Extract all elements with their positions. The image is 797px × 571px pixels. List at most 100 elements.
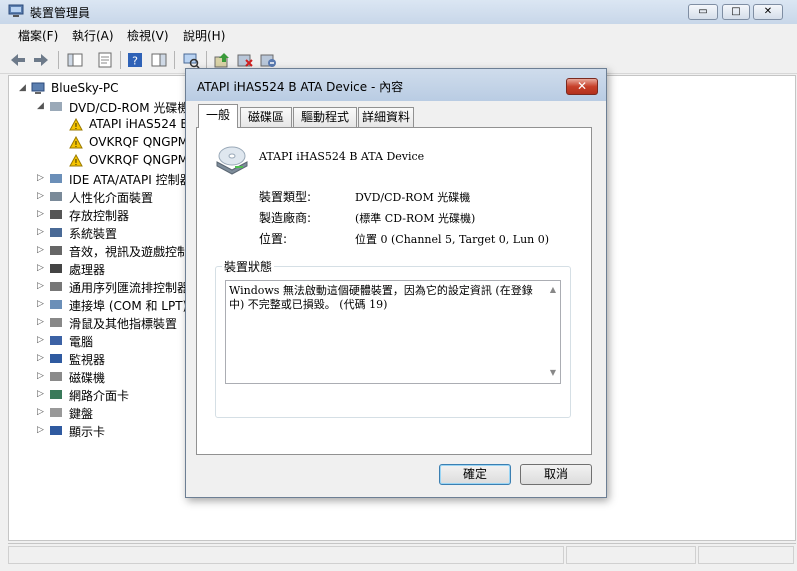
- expand-icon[interactable]: ▷: [37, 227, 44, 237]
- cancel-button[interactable]: 取消: [520, 464, 592, 485]
- tree-item-label: 人性化介面裝置: [69, 191, 154, 205]
- ok-button[interactable]: 確定: [439, 464, 511, 485]
- title-bar: 裝置管理員 ▭ □ ✕: [0, 0, 797, 24]
- back-icon[interactable]: [9, 51, 27, 69]
- system-device-icon: [50, 228, 62, 237]
- menu-view[interactable]: 檢視(V): [127, 27, 169, 44]
- expand-icon[interactable]: ▷: [37, 263, 44, 273]
- uninstall-icon[interactable]: [236, 51, 254, 69]
- device-name: ATAPI iHAS524 B ATA Device: [259, 150, 425, 163]
- computer-icon: [50, 336, 62, 345]
- minimize-button[interactable]: ▭: [688, 4, 718, 20]
- expand-icon[interactable]: ▷: [37, 425, 44, 435]
- expand-icon[interactable]: ▷: [37, 317, 44, 327]
- expand-icon[interactable]: ▷: [37, 407, 44, 417]
- tree-item-label: OVKRQF QNGPM: [89, 135, 189, 149]
- computer-icon: [31, 82, 45, 94]
- expand-icon[interactable]: ▷: [37, 191, 44, 201]
- menu-file[interactable]: 檔案(F): [18, 27, 58, 44]
- forward-icon[interactable]: [32, 51, 50, 69]
- help-icon[interactable]: ?: [126, 51, 144, 69]
- scroll-down-icon[interactable]: ▼: [546, 368, 560, 382]
- collapse-icon[interactable]: ◢: [37, 101, 44, 111]
- location-label: 位置:: [259, 232, 288, 246]
- dialog-title: ATAPI iHAS524 B ATA Device - 內容: [197, 80, 404, 94]
- show-hide-tree-icon[interactable]: [66, 51, 84, 69]
- tree-item-label: DVD/CD-ROM 光碟機: [69, 101, 190, 115]
- expand-icon[interactable]: ▷: [37, 299, 44, 309]
- tree-item-label: 滑鼠及其他指標裝置: [69, 317, 178, 331]
- tree-item-label: 通用序列匯流排控制器: [69, 281, 190, 295]
- device-status-text: Windows 無法啟動這個硬體裝置，因為它的設定資訊 (在登錄中) 不完整或已…: [229, 284, 533, 311]
- device-manager-icon: [8, 4, 24, 17]
- tree-item-label: 鍵盤: [69, 407, 94, 421]
- maximize-button[interactable]: □: [722, 4, 750, 20]
- expand-icon[interactable]: ▷: [37, 209, 44, 219]
- device-status-textbox[interactable]: Windows 無法啟動這個硬體裝置，因為它的設定資訊 (在登錄中) 不完整或已…: [225, 280, 561, 384]
- device-status-legend: 裝置狀態: [222, 258, 275, 275]
- scan-hardware-icon[interactable]: [182, 51, 200, 69]
- scroll-up-icon[interactable]: ▲: [546, 285, 560, 299]
- status-pane: [8, 546, 564, 564]
- ide-controller-icon: [50, 174, 62, 183]
- svg-text:?: ?: [132, 55, 138, 68]
- tree-item-label: 網路介面卡: [69, 389, 130, 403]
- properties-icon[interactable]: [96, 51, 114, 69]
- menu-bar: 檔案(F) 執行(A) 檢視(V) 說明(H): [0, 24, 797, 44]
- expand-icon[interactable]: ▷: [37, 245, 44, 255]
- tree-item-label: 電腦: [69, 335, 94, 349]
- properties-dialog: ATAPI iHAS524 B ATA Device - 內容 ✕ 一般 磁碟區…: [185, 68, 607, 498]
- svg-text:!: !: [74, 122, 77, 131]
- disk-icon: [50, 372, 62, 381]
- port-icon: [50, 300, 62, 309]
- tree-item-label: 存放控制器: [69, 209, 130, 223]
- network-icon: [50, 390, 62, 399]
- tab-volumes[interactable]: 磁碟區: [240, 107, 292, 127]
- toolbar-separator: [120, 51, 121, 69]
- sound-icon: [50, 246, 62, 255]
- tree-item-label: 處理器: [69, 263, 106, 277]
- expand-icon[interactable]: ▷: [37, 353, 44, 363]
- dialog-close-button[interactable]: ✕: [566, 78, 598, 95]
- tab-driver[interactable]: 驅動程式: [293, 107, 357, 127]
- tree-item-label: OVKRQF QNGPM: [89, 153, 189, 167]
- device-status-group: 裝置狀態 Windows 無法啟動這個硬體裝置，因為它的設定資訊 (在登錄中) …: [215, 258, 571, 418]
- usb-icon: [50, 282, 62, 291]
- collapse-icon[interactable]: ◢: [19, 83, 26, 93]
- tree-item-label: 連接埠 (COM 和 LPT): [69, 299, 188, 313]
- status-pane: [566, 546, 696, 564]
- general-tab-panel: ATAPI iHAS524 B ATA Device 裝置類型: DVD/CD-…: [196, 127, 592, 455]
- disable-icon[interactable]: [259, 51, 277, 69]
- status-bar: [8, 543, 796, 565]
- tree-item-label: IDE ATA/ATAPI 控制器: [69, 173, 192, 187]
- processor-icon: [50, 264, 62, 273]
- manufacturer-value: (標準 CD-ROM 光碟機): [355, 212, 476, 225]
- window-title: 裝置管理員: [30, 6, 91, 20]
- dvd-drive-icon: [216, 146, 248, 175]
- svg-text:!: !: [74, 140, 77, 149]
- toolbar-separator: [206, 51, 207, 69]
- toolbar-separator: [174, 51, 175, 69]
- tab-general[interactable]: 一般: [198, 104, 238, 128]
- menu-help[interactable]: 說明(H): [183, 27, 225, 44]
- menu-action[interactable]: 執行(A): [72, 27, 114, 44]
- tree-item-label: 音效，視訊及遊戲控制器: [69, 245, 202, 259]
- expand-icon[interactable]: ▷: [37, 389, 44, 399]
- device-type-label: 裝置類型:: [259, 190, 312, 204]
- expand-icon[interactable]: ▷: [37, 335, 44, 345]
- tree-item-label: 監視器: [69, 353, 106, 367]
- close-button[interactable]: ✕: [753, 4, 783, 20]
- expand-icon[interactable]: ▷: [37, 371, 44, 381]
- action-pane-icon[interactable]: [150, 51, 168, 69]
- update-driver-icon[interactable]: [213, 51, 231, 69]
- location-value: 位置 0 (Channel 5, Target 0, Lun 0): [355, 233, 550, 246]
- expand-icon[interactable]: ▷: [37, 173, 44, 183]
- dialog-title-bar: ATAPI iHAS524 B ATA Device - 內容 ✕: [186, 69, 606, 101]
- warning-drive-icon: !: [69, 118, 83, 131]
- storage-controller-icon: [50, 210, 62, 219]
- tree-item-label: ATAPI iHAS524 B: [89, 117, 189, 131]
- expand-icon[interactable]: ▷: [37, 281, 44, 291]
- monitor-icon: [50, 354, 62, 363]
- tab-details[interactable]: 詳細資料: [358, 107, 414, 127]
- device-type-value: DVD/CD-ROM 光碟機: [355, 191, 471, 204]
